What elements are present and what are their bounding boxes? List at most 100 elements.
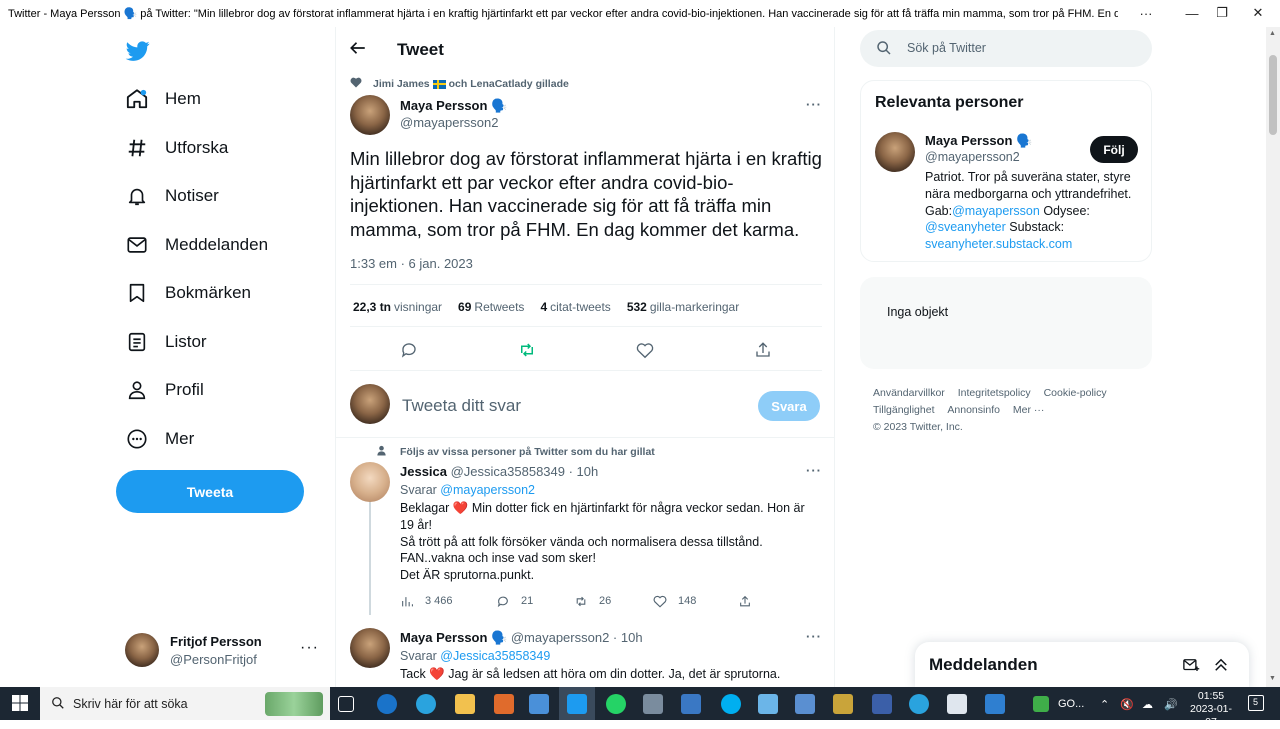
author-name[interactable]: Maya Persson 🗣️ [400, 98, 507, 114]
trends-card: Inga objekt [860, 277, 1152, 369]
twitter-app-icon[interactable] [567, 694, 587, 714]
window-close-button[interactable]: ✕ [1236, 2, 1280, 24]
nav-lists-label: Listor [165, 332, 207, 351]
onedrive-icon[interactable]: ☁ [1142, 698, 1153, 711]
reply-icon[interactable] [399, 340, 419, 360]
taskbar-search-input[interactable]: Skriv här för att söka [40, 687, 330, 720]
footer-link[interactable]: Cookie-policy [1044, 385, 1107, 402]
expand-icon[interactable] [1212, 656, 1230, 674]
messages-drawer[interactable]: Meddelanden [915, 642, 1249, 688]
app-icon[interactable] [758, 694, 778, 714]
like-icon[interactable] [635, 340, 655, 360]
nav-messages[interactable]: Meddelanden [124, 225, 268, 265]
reply-input[interactable]: Tweeta ditt svar [402, 396, 521, 416]
taskbar-clock[interactable]: 01:55 2023-01-07 [1188, 690, 1234, 729]
person-avatar[interactable] [875, 132, 915, 172]
nav-bookmarks[interactable]: Bokmärken [124, 273, 251, 313]
person-name[interactable]: Maya Persson 🗣️ [925, 133, 1032, 149]
reply-button[interactable]: Svara [758, 391, 820, 421]
retweet-icon[interactable] [517, 340, 537, 360]
footer-link[interactable]: Användarvillkor [873, 385, 945, 402]
nav-notifications[interactable]: Notiser [124, 176, 219, 216]
app-icon[interactable] [833, 694, 853, 714]
nav-explore[interactable]: Utforska [124, 128, 228, 168]
reply-more-icon[interactable]: ··· [806, 629, 822, 644]
replying-to: Svarar @mayapersson2 [400, 483, 535, 497]
views-icon[interactable] [400, 595, 414, 611]
stock-icon[interactable] [1033, 696, 1049, 712]
bio-link[interactable]: @mayapersson [952, 204, 1040, 218]
search-icon [876, 40, 892, 61]
reply-author[interactable]: Jessica @Jessica35858349 · 10h [400, 464, 598, 479]
empty-state-text: Inga objekt [887, 305, 949, 319]
app-icon[interactable] [681, 694, 701, 714]
task-view-icon[interactable] [338, 696, 354, 712]
bio-link[interactable]: @sveanyheter [925, 220, 1006, 234]
follow-button[interactable]: Följ [1090, 136, 1138, 163]
tweet-button[interactable]: Tweeta [116, 470, 304, 513]
notepad-icon[interactable] [947, 694, 967, 714]
bio-link[interactable]: sveanyheter.substack.com [925, 237, 1072, 251]
tray-label[interactable]: GO... [1058, 698, 1084, 710]
reply-author[interactable]: Maya Persson 🗣️ @mayapersson2 · 10h [400, 630, 643, 646]
scrollbar-thumb[interactable] [1269, 55, 1277, 135]
windows-start-icon[interactable] [12, 695, 28, 711]
network-icon[interactable]: 🔇 [1120, 698, 1134, 711]
share-icon[interactable] [738, 595, 752, 611]
volume-icon[interactable]: 🔊 [1164, 698, 1178, 711]
nav-lists[interactable]: Listor [124, 322, 207, 362]
copyright: © 2023 Twitter, Inc. [873, 421, 963, 433]
like-count: 148 [678, 595, 697, 607]
scroll-up-icon[interactable]: ▲ [1269, 30, 1276, 37]
footer-link[interactable]: Annonsinfo [947, 402, 1000, 419]
twitter-bird-icon[interactable] [124, 39, 152, 63]
footer-link[interactable]: Integritetspolicy [958, 385, 1031, 402]
footer-link[interactable]: Mer ··· [1013, 402, 1045, 419]
footer-link[interactable]: Tillgänglighet [873, 402, 934, 419]
account-switcher[interactable]: Fritjof Persson @PersonFritjof ··· [125, 631, 325, 671]
window-more-button[interactable]: ··· [1124, 2, 1168, 24]
scroll-down-icon[interactable]: ▼ [1269, 675, 1276, 682]
nav-home[interactable]: Hem [124, 79, 201, 119]
stat-quotes[interactable]: 4 citat-tweets [540, 300, 610, 314]
app-icon[interactable] [494, 694, 514, 714]
stat-retweets[interactable]: 69 Retweets [458, 300, 524, 314]
account-more-icon[interactable]: ··· [300, 639, 319, 657]
file-explorer-icon[interactable] [455, 694, 475, 714]
retweet-icon[interactable] [573, 595, 589, 611]
reply-icon[interactable] [496, 595, 510, 611]
reply-avatar[interactable] [350, 462, 390, 502]
paint-icon[interactable] [643, 694, 663, 714]
page-scrollbar[interactable]: ▲ ▼ [1266, 27, 1280, 687]
reply-more-icon[interactable]: ··· [806, 463, 822, 478]
nav-more[interactable]: Mer [124, 419, 194, 459]
nav-profile[interactable]: Profil [124, 370, 204, 410]
person-handle[interactable]: @mayapersson2 [925, 150, 1020, 164]
stat-likes[interactable]: 532 gilla-markeringar [627, 300, 739, 314]
share-icon[interactable] [753, 340, 773, 360]
search-input[interactable]: Sök på Twitter [860, 30, 1152, 67]
store-icon[interactable] [529, 694, 549, 714]
telegram-icon[interactable] [909, 694, 929, 714]
tweet-more-icon[interactable]: ··· [806, 97, 822, 112]
author-handle[interactable]: @mayapersson2 [400, 115, 498, 130]
skype-icon[interactable] [721, 694, 741, 714]
reply-avatar[interactable] [350, 628, 390, 668]
edge-icon[interactable] [377, 694, 397, 714]
liked-by-first[interactable]: Jimi James [373, 78, 430, 90]
author-avatar[interactable] [350, 95, 390, 135]
left-sidebar: Hem Utforska Notiser Meddelanden Bokmärk… [0, 27, 335, 687]
photos-icon[interactable] [795, 694, 815, 714]
like-icon[interactable] [653, 595, 667, 611]
main-column: Tweet Jimi James och LenaCatlady gillade… [335, 27, 835, 687]
chevron-up-icon[interactable]: ⌃ [1100, 698, 1109, 711]
new-message-icon[interactable] [1182, 656, 1200, 674]
whatsapp-icon[interactable] [606, 694, 626, 714]
nav-bookmarks-label: Bokmärken [165, 283, 251, 302]
tweet-timestamp[interactable]: 1:33 em · 6 jan. 2023 [350, 256, 473, 271]
back-arrow-icon[interactable] [349, 39, 367, 62]
nav-notifications-label: Notiser [165, 186, 219, 205]
media-player-icon[interactable] [985, 694, 1005, 714]
telegram-icon[interactable] [416, 694, 436, 714]
app-icon[interactable] [872, 694, 892, 714]
